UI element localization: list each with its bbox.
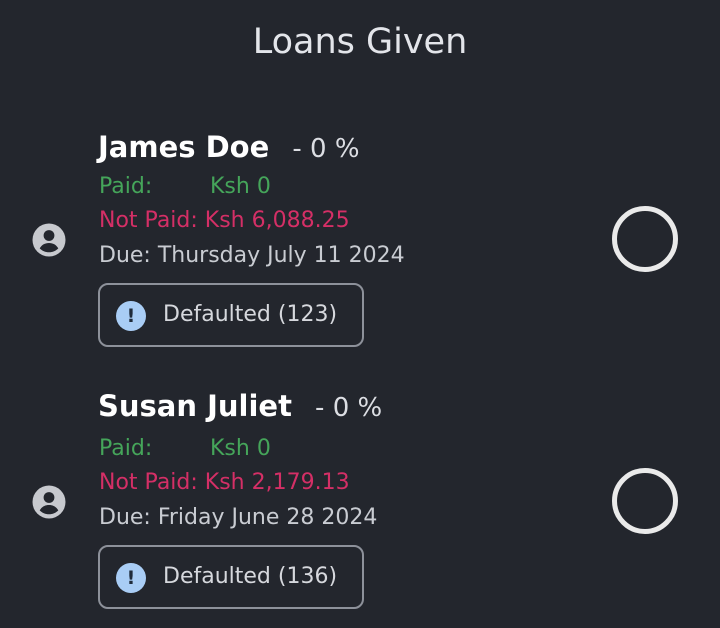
select-radio-button[interactable]: [612, 206, 678, 272]
borrower-name: James Doe: [98, 130, 270, 164]
exclamation-icon: !: [116, 301, 146, 331]
paid-amount: Ksh 0: [210, 436, 271, 461]
paid-percent: - 0 %: [315, 393, 383, 423]
loan-name-line: James Doe - 0 %: [98, 130, 360, 164]
paid-row: Paid: Ksh 0: [99, 174, 271, 199]
select-radio-button[interactable]: [612, 468, 678, 534]
person-icon: [32, 485, 66, 519]
loan-name-line: Susan Juliet - 0 %: [98, 389, 382, 423]
borrower-name: Susan Juliet: [98, 389, 292, 423]
loans-screen: Loans Given James Doe - 0 % Paid: Ksh 0 …: [0, 0, 720, 628]
paid-amount: Ksh 0: [210, 174, 271, 199]
due-date: Due: Thursday July 11 2024: [99, 243, 405, 268]
person-icon: [32, 223, 66, 257]
paid-label: Paid:: [99, 436, 153, 461]
status-chip[interactable]: ! Defaulted (123): [98, 283, 364, 347]
paid-label: Paid:: [99, 174, 153, 199]
paid-percent: - 0 %: [292, 134, 360, 164]
page-title: Loans Given: [252, 22, 468, 62]
not-paid-row: Not Paid: Ksh 2,179.13: [99, 470, 350, 495]
exclamation-icon: !: [116, 563, 146, 593]
not-paid-row: Not Paid: Ksh 6,088.25: [99, 208, 350, 233]
status-label: Defaulted (123): [163, 302, 338, 327]
status-label: Defaulted (136): [163, 564, 338, 589]
status-chip[interactable]: ! Defaulted (136): [98, 545, 364, 609]
paid-row: Paid: Ksh 0: [99, 436, 271, 461]
due-date: Due: Friday June 28 2024: [99, 505, 378, 530]
